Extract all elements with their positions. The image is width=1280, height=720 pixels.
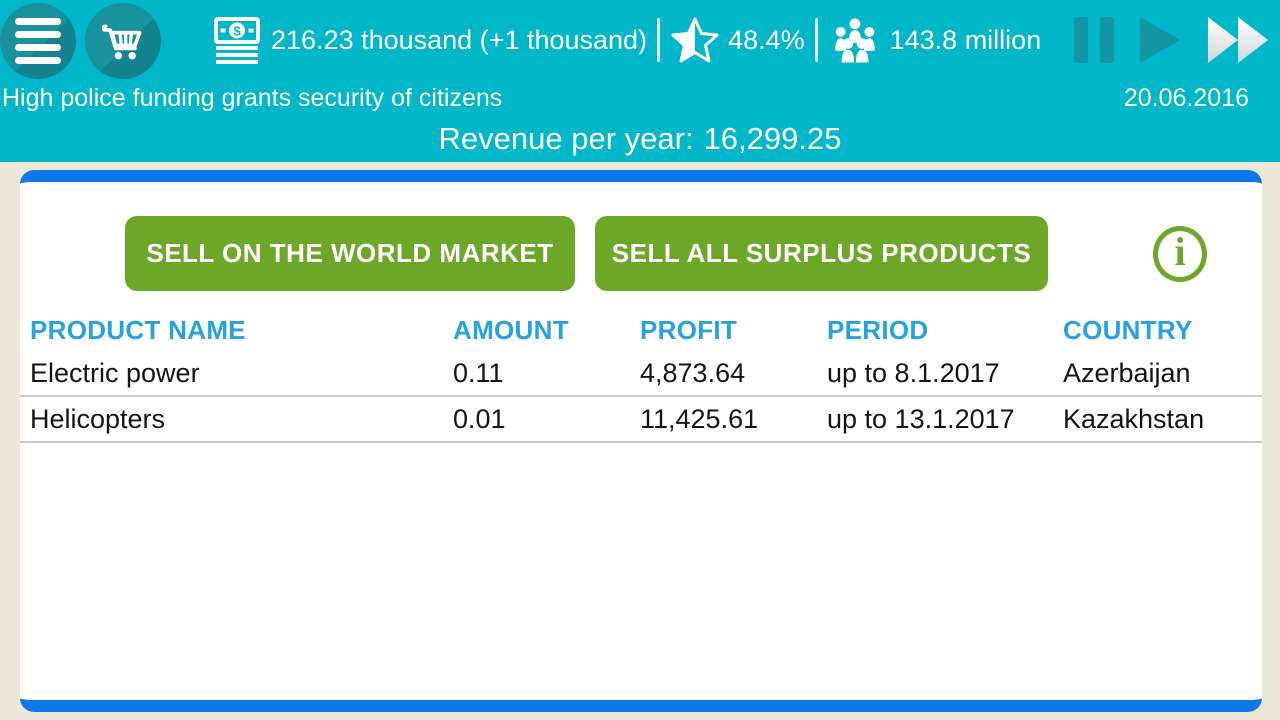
header-product-name: PRODUCT NAME (30, 315, 453, 346)
news-row: High police funding grants security of c… (0, 80, 1280, 116)
divider (815, 18, 818, 62)
menu-button[interactable] (0, 3, 76, 79)
actions-row: SELL ON THE WORLD MARKET SELL ALL SURPLU… (20, 182, 1262, 291)
header-amount: AMOUNT (453, 315, 640, 346)
rating-value: 48.4% (728, 25, 805, 56)
fast-forward-button[interactable] (1206, 16, 1272, 64)
info-glyph: i (1174, 232, 1185, 272)
population-value: 143.8 million (890, 25, 1042, 56)
table-row[interactable]: Electric power 0.11 4,873.64 up to 8.1.2… (20, 351, 1262, 397)
cell-country: Azerbaijan (1063, 358, 1262, 389)
cell-amount: 0.01 (453, 404, 640, 435)
approval-star-icon (670, 15, 720, 65)
sell-world-market-button[interactable]: SELL ON THE WORLD MARKET (125, 216, 575, 291)
news-headline: High police funding grants security of c… (2, 84, 502, 113)
revenue-row: Revenue per year: 16,299.25 (0, 116, 1280, 162)
divider (657, 18, 660, 62)
play-button[interactable] (1140, 17, 1180, 63)
cell-period: up to 13.1.2017 (827, 404, 1063, 435)
header-period: PERIOD (827, 315, 1063, 346)
header-country: COUNTRY (1063, 315, 1262, 346)
revenue-label: Revenue per year: (439, 121, 694, 157)
cell-country: Kazakhstan (1063, 404, 1262, 435)
hamburger-icon (15, 18, 61, 64)
cell-product-name: Electric power (30, 358, 453, 389)
header-profit: PROFIT (640, 315, 827, 346)
market-button[interactable] (85, 3, 161, 79)
money-icon: $ (211, 14, 263, 66)
sell-all-surplus-button[interactable]: SELL ALL SURPLUS PRODUCTS (595, 216, 1048, 291)
cell-amount: 0.11 (453, 358, 640, 389)
revenue-value: 16,299.25 (704, 121, 842, 157)
cell-period: up to 8.1.2017 (827, 358, 1063, 389)
cart-icon (100, 18, 146, 64)
cell-profit: 11,425.61 (640, 404, 827, 435)
cell-product-name: Helicopters (30, 404, 453, 435)
contracts-table: PRODUCT NAME AMOUNT PROFIT PERIOD COUNTR… (20, 309, 1262, 443)
table-header-row: PRODUCT NAME AMOUNT PROFIT PERIOD COUNTR… (20, 309, 1262, 351)
population-status: 143.8 million (828, 16, 1042, 64)
world-market-panel: SELL ON THE WORLD MARKET SELL ALL SURPLU… (20, 170, 1262, 712)
info-icon[interactable]: i (1153, 226, 1207, 282)
population-icon (828, 16, 882, 64)
pause-button[interactable] (1074, 17, 1114, 63)
cell-profit: 4,873.64 (640, 358, 827, 389)
speed-controls (1074, 0, 1272, 80)
treasury-status: $ 216.23 thousand (+1 thousand) (211, 14, 647, 66)
treasury-value: 216.23 thousand (+1 thousand) (271, 25, 647, 56)
top-status-bar: $ 216.23 thousand (+1 thousand) (0, 0, 1280, 162)
svg-text:$: $ (233, 24, 241, 39)
table-row[interactable]: Helicopters 0.01 11,425.61 up to 13.1.20… (20, 397, 1262, 443)
game-date: 20.06.2016 (1124, 84, 1249, 113)
rating-status: 48.4% (670, 15, 805, 65)
